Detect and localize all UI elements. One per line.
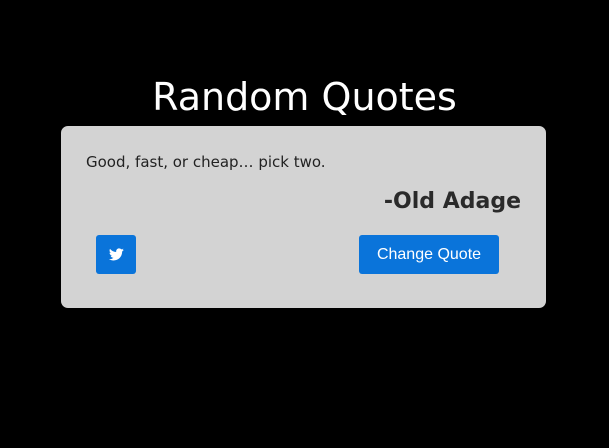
quote-text: Good, fast, or cheap… pick two. <box>86 153 326 171</box>
tweet-quote-button[interactable] <box>96 235 136 274</box>
twitter-icon <box>108 248 124 261</box>
change-quote-button[interactable]: Change Quote <box>359 235 499 274</box>
quote-box: Good, fast, or cheap… pick two. -Old Ada… <box>61 126 546 308</box>
page-title: Random Quotes <box>152 75 457 119</box>
quote-author: -Old Adage <box>383 189 521 214</box>
